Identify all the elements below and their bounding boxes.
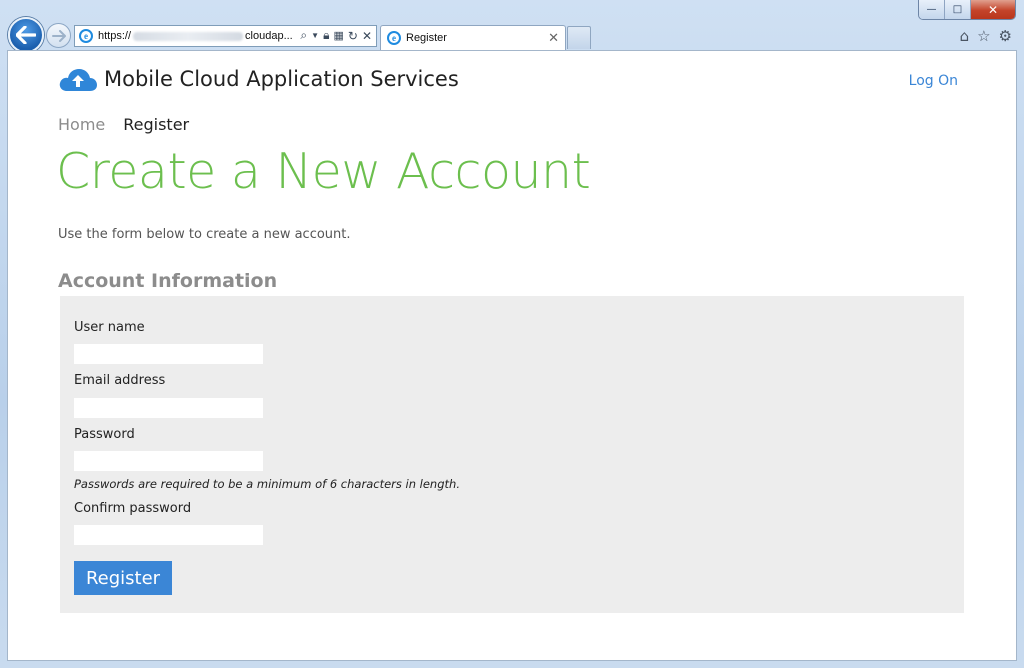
password-hint: Passwords are required to be a minimum o…: [74, 477, 460, 491]
breadcrumb: Home Register: [58, 115, 189, 134]
stop-icon[interactable]: ✕: [362, 29, 372, 43]
address-suffix: cloudap...: [245, 30, 293, 42]
address-prefix: https://: [98, 30, 132, 42]
close-window-button[interactable]: ✕: [971, 0, 1015, 19]
tab-register[interactable]: e Register ✕: [380, 25, 566, 50]
site-header: Mobile Cloud Application Services: [58, 65, 459, 93]
section-title: Account Information: [58, 270, 278, 292]
command-icons: ⌂ ☆ ⚙: [960, 27, 1012, 45]
lock-icon[interactable]: 🔒︎: [323, 28, 329, 43]
email-label: Email address: [74, 373, 166, 388]
maximize-button[interactable]: □: [945, 0, 971, 19]
minimize-button[interactable]: —: [919, 0, 945, 19]
username-input[interactable]: [74, 344, 263, 364]
log-on-link[interactable]: Log On: [909, 73, 958, 89]
address-redacted: [133, 31, 244, 41]
breadcrumb-current: Register: [123, 115, 190, 134]
cloud-upload-icon: [59, 69, 97, 91]
page-title: Create a New Account: [56, 143, 591, 200]
compatibility-view-icon[interactable]: ▦: [333, 29, 343, 42]
tab-title: Register: [406, 32, 447, 44]
arrow-left-icon: [16, 26, 36, 44]
confirm-password-input[interactable]: [74, 525, 263, 545]
home-icon[interactable]: ⌂: [960, 27, 970, 45]
dropdown-arrow-icon[interactable]: ▼: [311, 31, 319, 40]
page-viewport: Mobile Cloud Application Services Log On…: [7, 50, 1017, 661]
gear-icon[interactable]: ⚙: [999, 27, 1012, 45]
close-tab-icon[interactable]: ✕: [548, 30, 559, 46]
password-input[interactable]: [74, 451, 263, 471]
password-label: Password: [74, 427, 135, 442]
favorites-star-icon[interactable]: ☆: [977, 27, 990, 45]
new-tab-button[interactable]: [567, 26, 591, 49]
search-icon[interactable]: ⌕: [300, 28, 307, 43]
back-button[interactable]: [8, 17, 44, 53]
username-label: User name: [74, 320, 145, 335]
forward-button[interactable]: [46, 23, 71, 48]
confirm-password-label: Confirm password: [74, 501, 192, 516]
intro-text: Use the form below to create a new accou…: [58, 227, 351, 242]
address-bar[interactable]: e https:// cloudap... ⌕ ▼ 🔒︎ ▦ ↻ ✕: [74, 25, 377, 47]
address-tools: ⌕ ▼ 🔒︎ ▦ ↻ ✕: [300, 28, 372, 43]
site-title: Mobile Cloud Application Services: [104, 67, 459, 91]
ie-tab-icon: e: [387, 31, 401, 45]
refresh-icon[interactable]: ↻: [348, 29, 358, 43]
ie-page-icon: e: [79, 29, 93, 43]
email-input[interactable]: [74, 398, 263, 418]
register-button[interactable]: Register: [74, 561, 172, 595]
arrow-right-icon: [51, 29, 66, 42]
window-controls: — □ ✕: [918, 0, 1016, 20]
breadcrumb-home-link[interactable]: Home: [58, 115, 105, 134]
account-form-panel: User name Email address Password Passwor…: [60, 296, 964, 613]
